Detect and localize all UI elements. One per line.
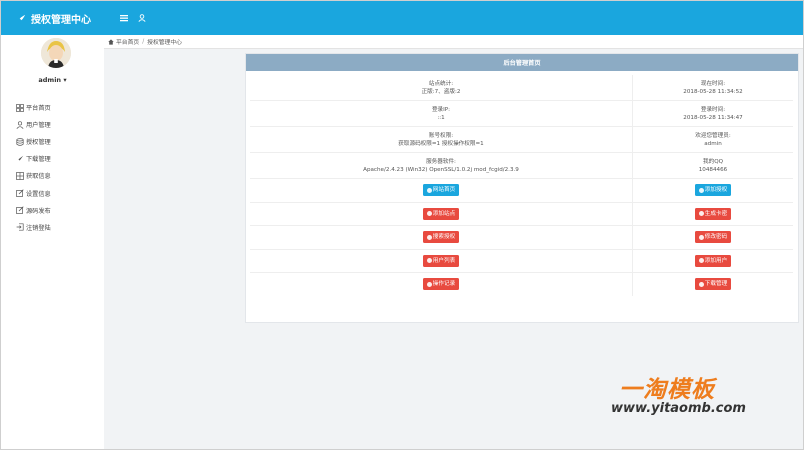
sidebar-item-downloads[interactable]: 下载管理 <box>16 150 101 167</box>
info-label: 账号权限: <box>428 132 454 139</box>
user-list-button[interactable]: 用户列表 <box>422 254 460 267</box>
info-value: 2018-05-28 11:34:52 <box>683 88 743 95</box>
edit-icon <box>16 189 24 197</box>
sidebar-item-label: 源码发布 <box>26 207 51 215</box>
change-password-button[interactable]: 修改密码 <box>694 231 732 244</box>
home-icon <box>698 187 704 193</box>
table-row: 服务器软件: Apache/2.4.23 (Win32) OpenSSL/1.0… <box>250 153 793 179</box>
gear-icon <box>698 258 704 264</box>
info-table: 站点统计: 正版:7、盗版:2 现在时间: 2018-05-28 11:34:5… <box>250 75 793 296</box>
info-label: 登录IP: <box>431 106 451 113</box>
table-row: 站点统计: 正版:7、盗版:2 现在时间: 2018-05-28 11:34:5… <box>250 75 793 101</box>
info-label: 我的QQ <box>703 158 723 165</box>
user-menu[interactable]: admin ▾ <box>1 76 104 84</box>
watermark-url: www.yitaomb.com <box>611 401 746 416</box>
info-value: 正版:7、盗版:2 <box>421 88 461 95</box>
breadcrumb: 平台首页 / 授权管理中心 <box>104 35 803 49</box>
add-user-button[interactable]: 添加用户 <box>694 254 732 267</box>
edit-icon <box>16 206 24 214</box>
table-row: 账号权限: 获取源码权限=1 授权操作权限=1 欢迎您管理员: admin <box>250 127 793 153</box>
sidebar-item-settings[interactable]: 设置信息 <box>16 184 101 201</box>
info-label: 服务器软件: <box>426 158 456 165</box>
clock-icon <box>426 281 432 287</box>
home-icon <box>108 38 114 45</box>
info-label: 欢迎您管理员: <box>695 132 731 139</box>
gear-icon <box>698 234 704 240</box>
operation-log-button[interactable]: 操作记录 <box>422 278 460 291</box>
breadcrumb-home[interactable]: 平台首页 <box>116 37 139 46</box>
menu-toggle-icon[interactable] <box>117 11 131 25</box>
site-home-button[interactable]: 网站首页 <box>422 184 460 197</box>
info-value: 获取源码权限=1 授权操作权限=1 <box>398 140 484 147</box>
sidebar-item-label: 下载管理 <box>26 156 51 164</box>
sidebar-item-label: 平台首页 <box>26 105 51 113</box>
button-row: 添加站点 生成卡密 <box>250 202 793 226</box>
sidebar-item-label: 授权管理 <box>26 139 51 147</box>
sidebar-item-label: 设置信息 <box>26 190 51 198</box>
rocket-icon <box>17 14 26 22</box>
generate-card-button[interactable]: 生成卡密 <box>694 207 732 220</box>
info-value: Apache/2.4.23 (Win32) OpenSSL/1.0.2j mod… <box>363 166 519 173</box>
table-row: 登录IP: ::1 登录时间: 2018-05-28 11:34:47 <box>250 101 793 127</box>
home-icon <box>426 187 432 193</box>
grid-icon <box>16 172 24 180</box>
user-icon <box>16 120 24 129</box>
info-label: 站点统计: <box>428 80 454 87</box>
sidebar-item-license[interactable]: 授权管理 <box>16 133 101 150</box>
app-window: 授权管理中心 admin ▾ 平台首页 用户管理 授权管理 下载管理 获取信息 … <box>0 0 804 450</box>
sidebar-item-home[interactable]: 平台首页 <box>16 99 101 116</box>
button-row: 网站首页 添加授权 <box>250 179 793 203</box>
rocket-icon <box>17 155 24 162</box>
breadcrumb-separator: / <box>142 38 145 45</box>
folder-icon <box>426 211 432 217</box>
top-bar: 授权管理中心 <box>1 1 803 35</box>
list-icon <box>426 258 432 264</box>
info-value: 10484466 <box>698 166 728 173</box>
watermark: 一淘模板 www.yitaomb.com <box>609 370 769 420</box>
brand[interactable]: 授权管理中心 <box>1 1 104 35</box>
button-row: 操作记录 下载管理 <box>250 273 793 296</box>
brand-title: 授权管理中心 <box>31 14 91 26</box>
avatar[interactable] <box>41 38 71 68</box>
add-site-button[interactable]: 添加站点 <box>422 207 460 220</box>
download-manage-button[interactable]: 下载管理 <box>694 278 732 291</box>
gear-icon <box>698 281 704 287</box>
sidebar-item-label: 注销登陆 <box>26 224 51 232</box>
info-label: 现在时间: <box>700 80 726 87</box>
sidebar-item-publish[interactable]: 源码发布 <box>16 202 101 219</box>
logout-icon <box>16 223 24 231</box>
sidebar-nav: 平台首页 用户管理 授权管理 下载管理 获取信息 设置信息 源码发布 注销登陆 <box>16 99 101 236</box>
info-value: 2018-05-28 11:34:47 <box>683 114 743 121</box>
sidebar-item-logout[interactable]: 注销登陆 <box>16 219 101 236</box>
info-label: 登录时间: <box>700 106 726 113</box>
sidebar-item-users[interactable]: 用户管理 <box>16 116 101 133</box>
watermark-logo: 一淘模板 <box>619 377 715 403</box>
button-row: 搜索授权 修改密码 <box>250 226 793 250</box>
sidebar-item-label: 用户管理 <box>26 122 51 130</box>
breadcrumb-current: 授权管理中心 <box>147 40 182 46</box>
sidebar: admin ▾ 平台首页 用户管理 授权管理 下载管理 获取信息 设置信息 源码… <box>1 35 104 449</box>
gear-icon <box>698 211 704 217</box>
info-value: admin <box>704 140 722 147</box>
panel-title: 后台管理首页 <box>246 54 798 71</box>
search-icon <box>426 234 432 240</box>
add-license-button[interactable]: 添加授权 <box>694 184 732 197</box>
user-icon[interactable] <box>135 11 149 25</box>
button-row: 用户列表 添加用户 <box>250 249 793 273</box>
sidebar-item-fetch-info[interactable]: 获取信息 <box>16 167 101 184</box>
info-value: ::1 <box>437 114 445 121</box>
sidebar-item-label: 获取信息 <box>26 173 51 181</box>
dashboard-panel: 后台管理首页 站点统计: 正版:7、盗版:2 现在时间: 2018-05-28 … <box>245 53 799 323</box>
search-license-button[interactable]: 搜索授权 <box>422 231 460 244</box>
database-icon <box>16 137 24 146</box>
grid-icon <box>16 103 24 112</box>
